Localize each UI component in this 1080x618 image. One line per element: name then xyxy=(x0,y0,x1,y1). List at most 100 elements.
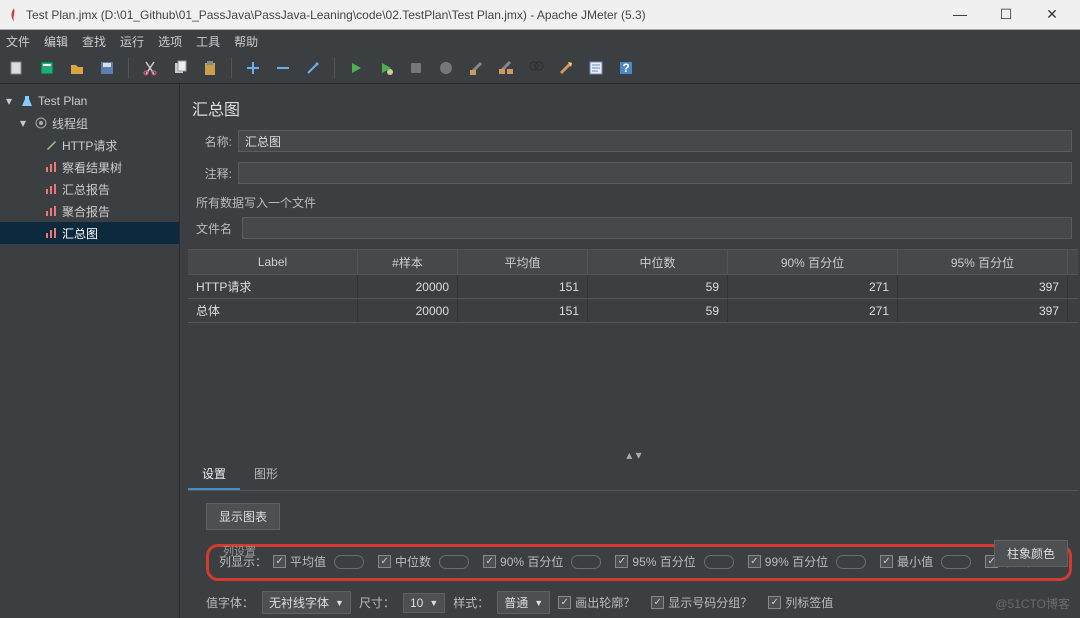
checkbox-min[interactable]: ✓ xyxy=(880,555,893,568)
menubar: 文件 编辑 查找 运行 选项 工具 帮助 xyxy=(0,30,1080,52)
tree-aggregate-graph[interactable]: 汇总图 xyxy=(0,222,179,244)
color-slot[interactable] xyxy=(836,555,866,569)
style-select[interactable]: 普通▼ xyxy=(497,591,550,614)
comment-input[interactable] xyxy=(238,162,1072,184)
splitter-handle[interactable]: ▴ ▾ xyxy=(188,451,1080,459)
tab-settings[interactable]: 设置 xyxy=(188,459,240,490)
menu-tools[interactable]: 工具 xyxy=(196,33,220,50)
templates-icon[interactable] xyxy=(38,59,56,77)
color-slot[interactable] xyxy=(941,555,971,569)
open-icon[interactable] xyxy=(68,59,86,77)
copy-icon[interactable] xyxy=(171,59,189,77)
chevron-down-icon[interactable]: ▾ xyxy=(6,94,16,108)
checkbox-p90[interactable]: ✓ xyxy=(483,555,496,568)
checkbox-avg[interactable]: ✓ xyxy=(273,555,286,568)
toolbar: ? xyxy=(0,52,1080,84)
tab-graph[interactable]: 图形 xyxy=(240,459,292,490)
jmeter-icon xyxy=(8,7,20,23)
checkbox-outline[interactable]: ✓ xyxy=(558,596,571,609)
table-row[interactable]: 总体 20000 151 59 271 397 xyxy=(188,298,1078,322)
gear-icon xyxy=(34,116,48,130)
function-helper-icon[interactable] xyxy=(587,59,605,77)
col-median[interactable]: 中位数 xyxy=(588,250,728,274)
tree-thread-group[interactable]: ▾ 线程组 xyxy=(0,112,179,134)
menu-file[interactable]: 文件 xyxy=(6,33,30,50)
paste-icon[interactable] xyxy=(201,59,219,77)
reset-search-icon[interactable] xyxy=(557,59,575,77)
new-icon[interactable] xyxy=(8,59,26,77)
svg-text:?: ? xyxy=(622,61,629,75)
filename-input[interactable] xyxy=(242,217,1072,239)
start-no-timers-icon[interactable] xyxy=(377,59,395,77)
clear-icon[interactable] xyxy=(467,59,485,77)
minimize-button[interactable]: — xyxy=(946,6,974,23)
save-icon[interactable] xyxy=(98,59,116,77)
checkbox-median[interactable]: ✓ xyxy=(378,555,391,568)
tree-summary-report[interactable]: 汇总报告 xyxy=(0,178,179,200)
col-samples[interactable]: #样本 xyxy=(358,250,458,274)
font-label: 值字体： xyxy=(206,594,254,611)
color-slot[interactable] xyxy=(571,555,601,569)
name-input[interactable] xyxy=(238,130,1072,152)
all-data-label: 所有数据写入一个文件 xyxy=(188,194,1080,211)
col-label[interactable]: Label xyxy=(188,250,358,274)
results-table: Label #样本 平均值 中位数 90% 百分位 95% 百分位 HTTP请求… xyxy=(188,249,1078,323)
font-settings-row: 值字体： 无衬线字体▼ 尺寸： 10▼ 样式： 普通▼ ✓画出轮廓？ ✓显示号码… xyxy=(206,591,1072,614)
menu-options[interactable]: 选项 xyxy=(158,33,182,50)
window-title: Test Plan.jmx (D:\01_Github\01_PassJava\… xyxy=(26,8,946,22)
start-icon[interactable] xyxy=(347,59,365,77)
checkbox-p95[interactable]: ✓ xyxy=(615,555,628,568)
menu-help[interactable]: 帮助 xyxy=(234,33,258,50)
color-slot[interactable] xyxy=(704,555,734,569)
col-p90[interactable]: 90% 百分位 xyxy=(728,250,898,274)
checkbox-p99[interactable]: ✓ xyxy=(748,555,761,568)
size-select[interactable]: 10▼ xyxy=(403,593,445,613)
menu-search[interactable]: 查找 xyxy=(82,33,106,50)
stop-icon[interactable] xyxy=(407,59,425,77)
checkbox-grouping[interactable]: ✓ xyxy=(651,596,664,609)
chart-icon xyxy=(44,226,58,240)
search-icon[interactable] xyxy=(527,59,545,77)
font-select[interactable]: 无衬线字体▼ xyxy=(262,591,351,614)
color-slot[interactable] xyxy=(334,555,364,569)
col-p95[interactable]: 95% 百分位 xyxy=(898,250,1068,274)
tree-label: HTTP请求 xyxy=(62,137,117,154)
chevron-down-icon[interactable]: ▾ xyxy=(20,116,30,130)
show-chart-button[interactable]: 显示图表 xyxy=(206,503,280,530)
column-settings-group: 列设置 列显示： ✓平均值 ✓中位数 ✓90% 百分位 ✓95% 百分位 ✓99… xyxy=(206,544,1072,581)
shutdown-icon[interactable] xyxy=(437,59,455,77)
table-row[interactable]: HTTP请求 20000 151 59 271 397 xyxy=(188,274,1078,298)
color-slot[interactable] xyxy=(439,555,469,569)
watermark: @51CTO博客 xyxy=(995,595,1070,612)
window-titlebar: Test Plan.jmx (D:\01_Github\01_PassJava\… xyxy=(0,0,1080,30)
bar-color-button[interactable]: 柱象颜色 xyxy=(994,540,1068,567)
tree-http-request[interactable]: HTTP请求 xyxy=(0,134,179,156)
tree-label: 线程组 xyxy=(52,115,88,132)
toggle-icon[interactable] xyxy=(304,59,322,77)
tree-root[interactable]: ▾ Test Plan xyxy=(0,90,179,112)
filename-label: 文件名 xyxy=(196,220,232,237)
column-settings-legend: 列设置 xyxy=(223,543,256,559)
toolbar-separator xyxy=(128,58,129,78)
tree-aggregate-report[interactable]: 聚合报告 xyxy=(0,200,179,222)
checkbox-col-label-value[interactable]: ✓ xyxy=(768,596,781,609)
style-label: 样式： xyxy=(453,594,489,611)
test-plan-tree[interactable]: ▾ Test Plan ▾ 线程组 HTTP请求 察看结果树 汇总报告 聚合报告… xyxy=(0,84,180,618)
menu-run[interactable]: 运行 xyxy=(120,33,144,50)
menu-edit[interactable]: 编辑 xyxy=(44,33,68,50)
size-label: 尺寸： xyxy=(359,594,395,611)
close-button[interactable]: ✕ xyxy=(1038,6,1066,23)
tree-label: 察看结果树 xyxy=(62,159,122,176)
col-avg[interactable]: 平均值 xyxy=(458,250,588,274)
tree-label: 聚合报告 xyxy=(62,203,110,220)
help-icon[interactable]: ? xyxy=(617,59,635,77)
clear-all-icon[interactable] xyxy=(497,59,515,77)
tree-view-results-tree[interactable]: 察看结果树 xyxy=(0,156,179,178)
comment-label: 注释: xyxy=(188,165,232,182)
collapse-icon[interactable] xyxy=(274,59,292,77)
name-label: 名称: xyxy=(188,133,232,150)
cut-icon[interactable] xyxy=(141,59,159,77)
expand-icon[interactable] xyxy=(244,59,262,77)
maximize-button[interactable]: ☐ xyxy=(992,6,1020,23)
tree-label: 汇总报告 xyxy=(62,181,110,198)
